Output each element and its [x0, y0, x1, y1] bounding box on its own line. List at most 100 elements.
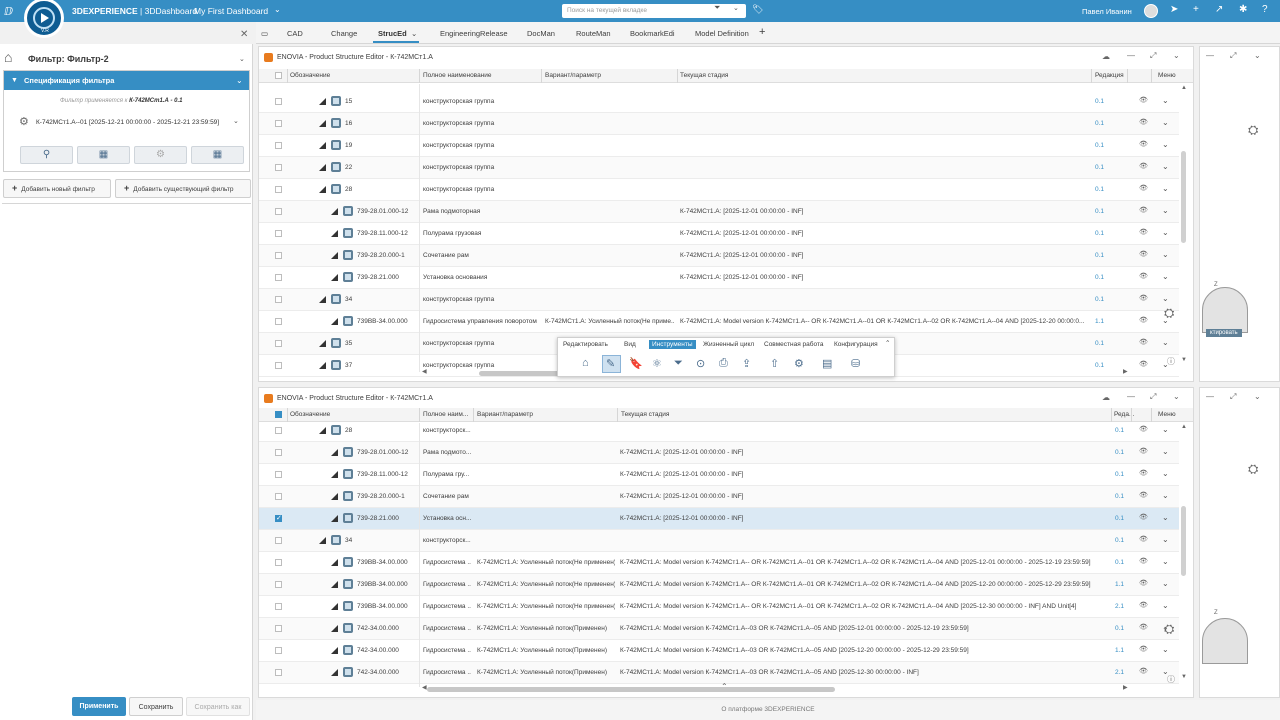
eye-icon[interactable]: 👁 [1139, 623, 1148, 631]
cell-revision[interactable]: 0.1 [1095, 120, 1104, 127]
table-row[interactable]: 16 конструкторская группа 0.1 👁 ⌄ [259, 113, 1179, 135]
cloud-icon[interactable]: ☁ [1102, 52, 1110, 61]
cell-revision[interactable]: 0.1 [1115, 427, 1124, 434]
row-checkbox[interactable] [275, 581, 282, 588]
chevron-down-icon[interactable]: ⌄ [1162, 184, 1169, 193]
chevron-down-icon[interactable]: ⌄ [1162, 294, 1169, 303]
row-checkbox[interactable] [275, 120, 282, 127]
settings-icon[interactable]: ⚙ [794, 357, 804, 370]
expand-icon[interactable] [331, 493, 338, 500]
cell-revision[interactable]: 0.1 [1095, 362, 1104, 369]
row-checkbox[interactable] [275, 647, 282, 654]
collapse-icon[interactable]: ▼ [11, 77, 18, 84]
cell-revision[interactable]: 0.1 [1095, 340, 1104, 347]
chevron-down-icon[interactable]: ⌄ [274, 5, 281, 14]
row-checkbox[interactable] [275, 471, 282, 478]
chevron-down-icon[interactable]: ⌄ [239, 55, 245, 63]
col-revision[interactable]: Редакция [1095, 72, 1124, 79]
chevron-down-icon[interactable]: ⌄ [236, 76, 243, 85]
binoculars-icon[interactable]: ⊙ [696, 357, 705, 370]
chevron-down-icon[interactable]: ⌄ [1254, 51, 1261, 60]
table-row[interactable]: 739-28.20.000-1 Сочетание рам К-742МСт1.А:… [259, 486, 1179, 508]
database-icon[interactable]: ⛁ [851, 357, 860, 370]
row-checkbox[interactable] [275, 208, 282, 215]
viewer-icon[interactable]: ⛭ [1248, 122, 1258, 138]
tab-cad[interactable]: CAD [287, 29, 303, 38]
eye-icon[interactable]: 👁 [1139, 667, 1148, 675]
cell-designation[interactable]: 28 [345, 186, 417, 193]
cell-designation[interactable]: 739ВВ-34.00.000 [357, 318, 417, 325]
expand-icon[interactable] [331, 274, 338, 281]
forward-icon[interactable]: ↗ [1215, 4, 1223, 15]
expand-icon[interactable] [319, 537, 326, 544]
apply-button[interactable]: Применить [72, 697, 126, 716]
cell-designation[interactable]: 739-28.20.000-1 [357, 252, 417, 259]
eye-icon[interactable]: 👁 [1139, 250, 1148, 258]
eye-icon[interactable]: 👁 [1139, 491, 1148, 499]
cell-revision[interactable]: 2.1 [1115, 603, 1124, 610]
row-checkbox[interactable] [275, 274, 282, 281]
table-row[interactable]: 739-28.21.000 Установка осн... К-742МСт1.А… [259, 508, 1179, 530]
table-row[interactable]: 739-28.11.000-12 Полурама гру... К-742МСт1… [259, 464, 1179, 486]
cell-designation[interactable]: 739-28.21.000 [357, 274, 417, 281]
row-checkbox[interactable] [275, 493, 282, 500]
scroll-down-icon[interactable]: ▼ [1181, 674, 1187, 680]
chevron-down-icon[interactable]: ⌄ [1162, 535, 1169, 544]
table-row[interactable]: 739ВВ-34.00.000 Гидросистема ... К-742МСт1… [259, 552, 1179, 574]
tag-label[interactable]: ктировать [1206, 329, 1242, 337]
cell-designation[interactable]: 742-34.00.000 [357, 647, 417, 654]
scroll-left-icon[interactable]: ◀ [422, 684, 427, 691]
cell-designation[interactable]: 35 [345, 340, 417, 347]
viewer-icon[interactable]: ⛭ [1164, 305, 1174, 321]
table-row[interactable]: 742-34.00.000 Гидросистема ... К-742МСт1.А… [259, 662, 1179, 684]
toolbar-tab-collaboration[interactable]: Совместная работа [764, 341, 823, 348]
chevron-down-icon[interactable]: ⌄ [1162, 447, 1169, 456]
cell-revision[interactable]: 0.1 [1095, 186, 1104, 193]
table-row[interactable]: 739-28.21.000 Установка основания К-742МСт… [259, 267, 1179, 289]
row-checkbox[interactable] [275, 449, 282, 456]
cell-revision[interactable]: 2.1 [1115, 669, 1124, 676]
cloud-icon[interactable]: ☁ [1102, 393, 1110, 402]
cell-designation[interactable]: 742-34.00.000 [357, 625, 417, 632]
structure-icon[interactable]: ⚛ [652, 357, 662, 370]
chevron-down-icon[interactable]: ⌄ [1162, 96, 1169, 105]
tag-icon[interactable]: 🏷 [752, 4, 763, 15]
viewer-icon[interactable]: ⛭ [1164, 621, 1174, 637]
expand-icon[interactable] [331, 230, 338, 237]
table-row[interactable]: 15 конструкторская группа 0.1 👁 ⌄ [259, 91, 1179, 113]
table-row[interactable]: 739ВВ-34.00.000 Гидросистема ... К-742МСт1… [259, 596, 1179, 618]
expand-icon[interactable] [319, 186, 326, 193]
row-checkbox[interactable] [275, 603, 282, 610]
cell-designation[interactable]: 739ВВ-34.00.000 [357, 581, 417, 588]
row-checkbox[interactable] [275, 514, 282, 522]
chevron-down-icon[interactable]: ⌄ [411, 29, 417, 38]
cell-revision[interactable]: 1.1 [1095, 318, 1104, 325]
tab-bookmarkedi[interactable]: BookmarkEdi [630, 29, 675, 38]
cell-revision[interactable]: 0.1 [1095, 142, 1104, 149]
edit-criteria-button[interactable]: ⚙ [134, 146, 187, 164]
cell-designation[interactable]: 37 [345, 362, 417, 369]
row-checkbox[interactable] [275, 186, 282, 193]
cell-designation[interactable]: 739-28.20.000-1 [357, 493, 417, 500]
scroll-up-icon[interactable]: ▲ [1181, 85, 1187, 91]
eye-icon[interactable]: 👁 [1139, 140, 1148, 148]
toolbar-tab-edit[interactable]: Редактировать [563, 341, 608, 348]
minimize-icon[interactable]: — [1206, 51, 1214, 60]
cell-revision[interactable]: 1.1 [1115, 647, 1124, 654]
cell-designation[interactable]: 742-34.00.000 [357, 669, 417, 676]
expand-icon[interactable] [331, 449, 338, 456]
expand-icon[interactable] [331, 318, 338, 325]
row-checkbox[interactable] [275, 669, 282, 676]
eye-icon[interactable]: 👁 [1139, 469, 1148, 477]
chevron-down-icon[interactable]: ⌄ [1162, 579, 1169, 588]
table-row[interactable]: 739ВВ-34.00.000 Гидросистема управления п… [259, 311, 1179, 333]
close-icon[interactable]: ✕ [240, 29, 248, 40]
row-checkbox[interactable] [275, 537, 282, 544]
expand-icon[interactable] [319, 296, 326, 303]
chevron-down-icon[interactable]: ⌄ [1162, 250, 1169, 259]
minimize-icon[interactable]: — [1127, 392, 1135, 401]
vertical-scrollbar[interactable] [1181, 506, 1186, 576]
info-icon[interactable]: ⓘ [1167, 674, 1175, 685]
eye-icon[interactable]: 👁 [1139, 96, 1148, 104]
cell-designation[interactable]: 739-28.21.000 [357, 515, 417, 522]
